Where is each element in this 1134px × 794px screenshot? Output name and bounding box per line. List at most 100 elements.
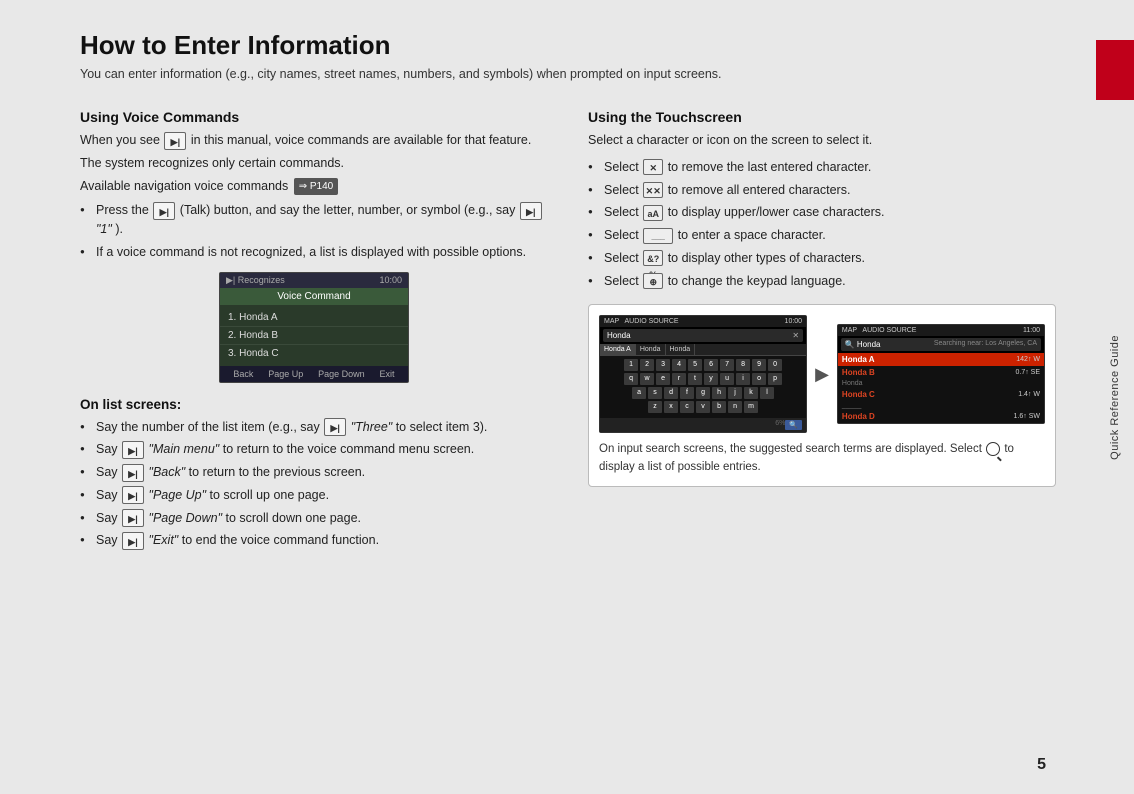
tab-honda: Honda <box>636 344 666 355</box>
right-column: Using the Touchscreen Select a character… <box>588 109 1056 556</box>
list-bullet-3-quote: "Back" <box>149 465 186 479</box>
vc-btn-exit: Exit <box>380 369 395 379</box>
screen-left-topbar: MAP AUDIO SOURCE 10:00 <box>600 316 806 327</box>
space-icon: ___ <box>643 228 673 244</box>
search-icon-right: 🔍 <box>845 340 855 349</box>
select-label-3: Select <box>604 205 642 219</box>
voice-commands-section: Using Voice Commands When you see ▶| in … <box>80 109 548 383</box>
key-h: h <box>712 387 726 399</box>
result-row-5: _____ <box>838 401 1044 410</box>
key-2: 2 <box>640 359 654 371</box>
screen-right-subtitle: Searching near: Los Angeles, CA <box>934 340 1037 349</box>
select-label-2: Select <box>604 183 642 197</box>
key-8: 8 <box>736 359 750 371</box>
key-e: e <box>656 373 670 385</box>
result-dist-6: 1.6↑ SW <box>1014 413 1040 420</box>
symbols-icon: &?% <box>643 250 663 266</box>
key-v: v <box>696 401 710 413</box>
voice-icon-inline: ▶| <box>164 132 186 150</box>
key-z: z <box>648 401 662 413</box>
screen-left-time: 10:00 <box>785 318 803 325</box>
vc-bottom-bar: Back Page Up Page Down Exit <box>220 366 408 382</box>
screen-left-clear: ✕ <box>792 331 799 340</box>
key-x: x <box>664 401 678 413</box>
side-tab-container: Quick Reference Guide <box>1096 0 1134 794</box>
result-dist-4: 1.4↑ W <box>1018 391 1040 398</box>
vc-screenshot: ▶| Recognizes 10:00 Voice Command 1. Hon… <box>219 272 409 383</box>
result-name-4: Honda C <box>842 390 875 399</box>
tab-honda-2: Honda <box>666 344 696 355</box>
voice-intro2-text: in this manual, voice commands are avail… <box>191 133 531 147</box>
list-bullet-6-quote: "Exit" <box>149 533 179 547</box>
voice-available-para: Available navigation voice commands P140 <box>80 177 548 196</box>
screen-keyboard: 1 2 3 4 5 6 7 8 9 0 <box>600 356 806 418</box>
page-number: 5 <box>1037 756 1046 774</box>
key-a: a <box>632 387 646 399</box>
list-bullet-1: Say the number of the list item (e.g., s… <box>80 418 548 437</box>
arrow-icon: ▶ <box>815 364 829 385</box>
voice-icon-6: ▶| <box>122 486 144 504</box>
content-columns: Using Voice Commands When you see ▶| in … <box>80 109 1056 556</box>
vc-item-2: 2. Honda B <box>220 327 408 345</box>
vc-item-3: 3. Honda C <box>220 345 408 362</box>
key-n: n <box>728 401 742 413</box>
key-m: m <box>744 401 758 413</box>
screen-right-results: Honda A 142↑ W Honda B 0.7↑ SE Honda <box>838 353 1044 423</box>
main-content: How to Enter Information You can enter i… <box>0 0 1096 794</box>
voice-bullet1-quote: "1" <box>96 222 112 236</box>
voice-bullet-1: Press the ▶| (Talk) button, and say the … <box>80 201 548 239</box>
voice-icon-3: ▶| <box>324 418 346 436</box>
voice-heading: Using Voice Commands <box>80 109 548 125</box>
vc-time: 10:00 <box>379 275 402 285</box>
voice-intro-text: When you see <box>80 133 160 147</box>
list-bullet-2-quote: "Main menu" <box>149 442 220 456</box>
voice-icon-8: ▶| <box>122 532 144 550</box>
touch-bullet-5: Select &?% to display other types of cha… <box>588 249 1056 268</box>
result-row-1: Honda A 142↑ W <box>838 353 1044 366</box>
key-row-3: a s d f g h j k l <box>602 387 804 399</box>
clear-all-icon: ✕✕ <box>643 182 663 198</box>
screenshot-row: MAP AUDIO SOURCE 10:00 Honda ✕ Honda A H… <box>599 315 1045 433</box>
key-k: k <box>744 387 758 399</box>
key-b: b <box>712 401 726 413</box>
list-screens-section: On list screens: Say the number of the l… <box>80 397 548 551</box>
left-column: Using Voice Commands When you see ▶| in … <box>80 109 548 556</box>
key-o: o <box>752 373 766 385</box>
key-row-2: q w e r t y u i o p <box>602 373 804 385</box>
voice-main-bullets: Press the ▶| (Talk) button, and say the … <box>80 201 548 261</box>
key-row-1: 1 2 3 4 5 6 7 8 9 0 <box>602 359 804 371</box>
screen-left-subtabs: Honda A Honda Honda <box>600 344 806 356</box>
screen-left-zoom: 6% <box>775 420 785 430</box>
vc-header: Voice Command <box>220 288 408 305</box>
key-l: l <box>760 387 774 399</box>
key-c: c <box>680 401 694 413</box>
screen-right-time: 11:00 <box>1023 327 1040 334</box>
touch-bullet-2: Select ✕✕ to remove all entered characte… <box>588 181 1056 200</box>
vc-btn-back: Back <box>233 369 253 379</box>
touch-bullet-6: Select ⊕ to change the keypad language. <box>588 272 1056 291</box>
key-f: f <box>680 387 694 399</box>
side-label-text: Quick Reference Guide <box>1109 335 1121 460</box>
vc-btn-pagedown: Page Down <box>318 369 365 379</box>
voice-icon-4: ▶| <box>122 441 144 459</box>
key-j: j <box>728 387 742 399</box>
key-5: 5 <box>688 359 702 371</box>
caption-search-icon <box>986 442 1000 456</box>
key-y: y <box>704 373 718 385</box>
vc-icon: ▶| Recognizes <box>226 275 285 286</box>
side-label-container: Quick Reference Guide <box>1096 0 1134 794</box>
result-row-3: Honda <box>838 379 1044 388</box>
select-label-5: Select <box>604 251 642 265</box>
key-9: 9 <box>752 359 766 371</box>
key-t: t <box>688 373 702 385</box>
key-g: g <box>696 387 710 399</box>
key-0: 0 <box>768 359 782 371</box>
key-4: 4 <box>672 359 686 371</box>
screen-left-search: Honda ✕ <box>603 329 803 342</box>
key-row-4: z x c v b n m <box>602 401 804 413</box>
case-icon: aA <box>643 205 663 221</box>
screen-left-search-btn: 🔍 <box>785 420 802 430</box>
backspace-icon: ✕ <box>643 159 663 175</box>
vc-top-bar: ▶| Recognizes 10:00 <box>220 273 408 288</box>
key-1: 1 <box>624 359 638 371</box>
